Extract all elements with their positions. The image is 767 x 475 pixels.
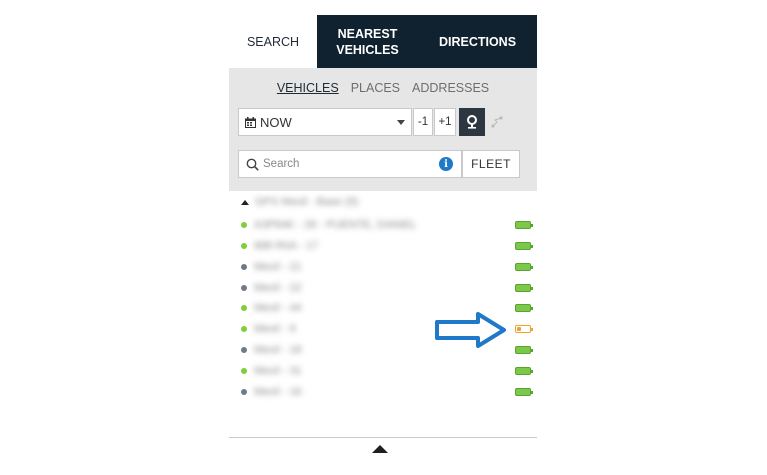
list-item[interactable]: Mexil - 21: [241, 260, 533, 274]
tab-directions[interactable]: DIRECTIONS: [418, 15, 537, 68]
battery-icon: [515, 284, 533, 292]
arrow-right-icon: [435, 312, 506, 348]
minus-one-button[interactable]: -1: [413, 108, 433, 136]
collapse-group-icon[interactable]: [241, 199, 249, 205]
subtab-addresses[interactable]: ADDRESSES: [412, 81, 489, 95]
calendar-icon: [245, 116, 256, 128]
battery-icon: [515, 388, 533, 396]
battery-icon: [515, 242, 533, 250]
group-label: GPS Mexil - Base (9): [255, 196, 359, 208]
search-input[interactable]: [259, 152, 423, 176]
vehicle-name: 888 R0A - 17: [254, 240, 319, 252]
route-icon: [491, 116, 503, 128]
tab-search[interactable]: SEARCH: [229, 15, 317, 68]
search-icon: [246, 158, 259, 171]
status-dot: [241, 305, 247, 311]
list-item[interactable]: Mexil - 16: [241, 385, 533, 399]
battery-low-icon: [515, 325, 533, 333]
search-controls: VEHICLES PLACES ADDRESSES NOW -1 +1 Sear…: [229, 68, 537, 191]
search-row: i FLEET: [238, 150, 520, 178]
battery-icon: [515, 263, 533, 271]
vehicle-name: Mexil - 22: [254, 282, 302, 294]
vehicle-name: Mexil - 31: [254, 365, 302, 377]
vehicle-group-header[interactable]: GPS Mexil - Base (9): [241, 195, 358, 209]
chevron-down-icon: [397, 119, 405, 125]
search-field[interactable]: i: [238, 150, 462, 178]
vehicle-name: A3P84K - 28 - PUENTE, DANIEL: [254, 219, 417, 231]
status-dot: [241, 285, 247, 291]
search-panel: SEARCH NEAREST VEHICLES DIRECTIONS VEHIC…: [229, 15, 537, 465]
battery-icon: [515, 346, 533, 354]
battery-icon: [515, 304, 533, 312]
subtab-vehicles[interactable]: VEHICLES: [277, 81, 339, 95]
vehicle-name: Mexil - 21: [254, 261, 302, 273]
battery-icon: [515, 367, 533, 375]
status-dot: [241, 368, 247, 374]
route-button[interactable]: [486, 108, 508, 136]
status-dot: [241, 326, 247, 332]
status-dot: [241, 222, 247, 228]
subtabs: VEHICLES PLACES ADDRESSES: [229, 81, 537, 95]
battery-icon: [515, 221, 533, 229]
list-item[interactable]: 888 R0A - 17: [241, 239, 533, 253]
status-dot: [241, 347, 247, 353]
status-dot: [241, 264, 247, 270]
plus-one-button[interactable]: +1: [434, 108, 456, 136]
tab-nearest-vehicles[interactable]: NEAREST VEHICLES: [317, 15, 418, 68]
info-icon[interactable]: i: [439, 157, 453, 171]
panel-divider: [229, 437, 537, 438]
vehicle-name: Mexil - 16: [254, 386, 302, 398]
location-pin-button[interactable]: [459, 108, 485, 136]
main-tabs: SEARCH NEAREST VEHICLES DIRECTIONS: [229, 15, 537, 68]
status-dot: [241, 243, 247, 249]
location-pin-icon: [467, 115, 477, 129]
time-select-value: NOW: [260, 114, 292, 130]
fleet-button[interactable]: FLEET: [462, 150, 520, 178]
list-item[interactable]: A3P84K - 28 - PUENTE, DANIEL: [241, 218, 533, 232]
status-dot: [241, 389, 247, 395]
time-controls: NOW -1 +1: [238, 108, 508, 138]
subtab-places[interactable]: PLACES: [351, 81, 400, 95]
collapse-panel-icon[interactable]: [372, 445, 388, 453]
time-select[interactable]: NOW: [238, 108, 412, 136]
list-item[interactable]: Mexil - 31: [241, 364, 533, 378]
list-item[interactable]: Mexil - 22: [241, 281, 533, 295]
